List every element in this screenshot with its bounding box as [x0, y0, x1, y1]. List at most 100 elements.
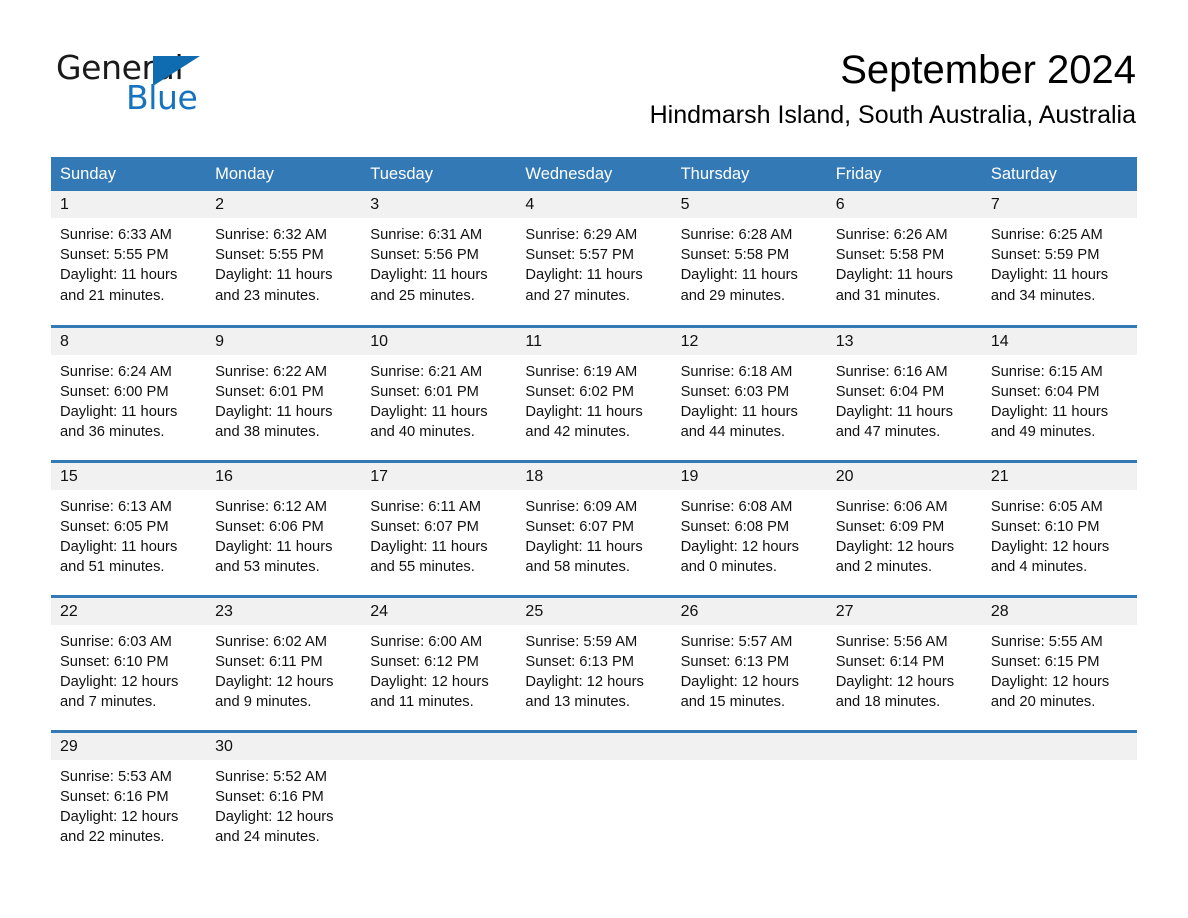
page-header: General Blue September 2024 Hindmarsh Is…	[0, 0, 1188, 129]
day-number	[826, 732, 982, 760]
page-title: September 2024	[840, 48, 1136, 92]
daylight-text: Daylight: 12 hours and 11 minutes.	[370, 673, 489, 711]
day-details: Sunrise: 6:19 AM Sunset: 6:02 PM Daylight:…	[516, 355, 671, 443]
sunrise-text: Sunrise: 6:00 AM	[370, 633, 483, 650]
sunset-text: Sunset: 6:07 PM	[370, 518, 479, 535]
calendar-day-cell[interactable]: 3 Sunrise: 6:31 AM Sunset: 5:56 PM Daylight…	[361, 191, 517, 326]
sunrise-text: Sunrise: 5:56 AM	[835, 633, 948, 650]
calendar-day-cell[interactable]: 17 Sunrise: 6:11 AM Sunset: 6:07 PM Dayligh…	[361, 459, 517, 596]
calendar-week-row: 29 Sunrise: 5:53 AM Sunset: 6:16 PM Dayligh…	[51, 729, 1137, 866]
daylight-text: Daylight: 12 hours and 15 minutes.	[680, 673, 799, 711]
calendar-day-cell[interactable]: 6 Sunrise: 6:26 AM Sunset: 5:58 PM Daylight…	[826, 191, 982, 326]
day-number: 12	[671, 327, 827, 355]
sunset-text: Sunset: 6:13 PM	[525, 653, 635, 670]
calendar-day-cell[interactable]: 19 Sunrise: 6:08 AM Sunset: 6:08 PM Dayligh…	[671, 459, 827, 596]
calendar-day-cell[interactable]: 28 Sunrise: 5:55 AM Sunset: 6:15 PM Dayligh…	[981, 594, 1137, 731]
day-number: 25	[516, 597, 672, 625]
calendar-day-cell[interactable]: 30 Sunrise: 5:52 AM Sunset: 6:16 PM Dayligh…	[206, 729, 362, 866]
sunset-text: Sunset: 6:05 PM	[60, 518, 169, 535]
calendar-day-cell[interactable]: 18 Sunrise: 6:09 AM Sunset: 6:07 PM Dayligh…	[516, 459, 672, 596]
sunrise-text: Sunrise: 5:52 AM	[215, 768, 327, 785]
day-number: 19	[671, 462, 827, 490]
calendar-day-cell[interactable]: 20 Sunrise: 6:06 AM Sunset: 6:09 PM Dayligh…	[826, 459, 982, 596]
calendar-day-cell[interactable]: 11 Sunrise: 6:19 AM Sunset: 6:02 PM Dayligh…	[516, 324, 672, 461]
daylight-text: Daylight: 12 hours and 7 minutes.	[60, 673, 179, 711]
daylight-text: Daylight: 12 hours and 20 minutes.	[990, 673, 1110, 711]
sunset-text: Sunset: 6:13 PM	[680, 653, 790, 670]
calendar-day-cell[interactable]: 13 Sunrise: 6:16 AM Sunset: 6:04 PM Dayligh…	[826, 324, 982, 461]
day-number	[671, 732, 827, 760]
calendar-day-cell[interactable]: 10 Sunrise: 6:21 AM Sunset: 6:01 PM Dayligh…	[361, 324, 517, 461]
calendar-day-cell[interactable]: 8 Sunrise: 6:24 AM Sunset: 6:00 PM Daylight…	[51, 324, 207, 461]
calendar-day-cell[interactable]: 4 Sunrise: 6:29 AM Sunset: 5:57 PM Daylight…	[516, 191, 672, 326]
day-number: 4	[516, 191, 672, 218]
sunrise-text: Sunrise: 6:18 AM	[680, 363, 793, 380]
calendar-day-cell[interactable]: 29 Sunrise: 5:53 AM Sunset: 6:16 PM Dayligh…	[51, 729, 207, 866]
calendar-day-cell[interactable]: 1 Sunrise: 6:33 AM Sunset: 5:55 PM Daylight…	[51, 191, 207, 326]
calendar-day-cell[interactable]: 9 Sunrise: 6:22 AM Sunset: 6:01 PM Daylight…	[206, 324, 362, 461]
calendar-day-cell[interactable]: 5 Sunrise: 6:28 AM Sunset: 5:58 PM Daylight…	[671, 191, 827, 326]
day-number: 6	[826, 191, 982, 218]
day-details: Sunrise: 6:03 AM Sunset: 6:10 PM Daylight:…	[51, 625, 206, 713]
daylight-text: Daylight: 12 hours and 4 minutes.	[990, 538, 1110, 576]
calendar-day-cell[interactable]: 21 Sunrise: 6:05 AM Sunset: 6:10 PM Dayligh…	[981, 459, 1137, 596]
sunrise-text: Sunrise: 5:53 AM	[60, 768, 172, 785]
calendar-day-cell[interactable]: 7 Sunrise: 6:25 AM Sunset: 5:59 PM Daylight…	[981, 191, 1137, 326]
calendar-day-cell[interactable]: 27 Sunrise: 5:56 AM Sunset: 6:14 PM Dayligh…	[826, 594, 982, 731]
daylight-text: Daylight: 12 hours and 22 minutes.	[60, 808, 179, 846]
calendar-page: General Blue September 2024 Hindmarsh Is…	[0, 0, 1188, 918]
sunrise-text: Sunrise: 6:28 AM	[680, 227, 793, 243]
sunrise-text: Sunrise: 6:22 AM	[215, 363, 327, 380]
sunset-text: Sunset: 6:03 PM	[680, 383, 790, 400]
calendar-day-cell-empty	[981, 729, 1137, 866]
daylight-text: Daylight: 11 hours and 42 minutes.	[525, 403, 643, 441]
calendar-body: 1 Sunrise: 6:33 AM Sunset: 5:55 PM Daylight…	[51, 191, 1137, 866]
day-number: 23	[206, 597, 362, 625]
weekday-header-monday: Monday	[206, 157, 362, 191]
day-details: Sunrise: 6:26 AM Sunset: 5:58 PM Daylight:…	[827, 218, 982, 306]
sunset-text: Sunset: 5:55 PM	[215, 247, 324, 264]
general-blue-logo[interactable]: General Blue	[56, 50, 256, 120]
sunrise-text: Sunrise: 6:11 AM	[370, 498, 482, 515]
calendar-week-row: 15 Sunrise: 6:13 AM Sunset: 6:05 PM Dayligh…	[51, 459, 1137, 596]
day-number: 20	[826, 462, 982, 490]
day-details: Sunrise: 6:25 AM Sunset: 5:59 PM Daylight:…	[982, 218, 1137, 306]
calendar-day-cell-empty	[516, 729, 672, 866]
calendar-day-cell[interactable]: 24 Sunrise: 6:00 AM Sunset: 6:12 PM Dayligh…	[361, 594, 517, 731]
daylight-text: Daylight: 11 hours and 53 minutes.	[215, 538, 333, 576]
sunset-text: Sunset: 5:56 PM	[370, 247, 479, 264]
calendar-day-cell[interactable]: 25 Sunrise: 5:59 AM Sunset: 6:13 PM Dayligh…	[516, 594, 672, 731]
day-details: Sunrise: 6:33 AM Sunset: 5:55 PM Daylight:…	[51, 218, 206, 306]
calendar-day-cell[interactable]: 14 Sunrise: 6:15 AM Sunset: 6:04 PM Dayligh…	[981, 324, 1137, 461]
sunset-text: Sunset: 5:59 PM	[990, 247, 1100, 264]
daylight-text: Daylight: 12 hours and 24 minutes.	[215, 808, 334, 846]
daylight-text: Daylight: 11 hours and 21 minutes.	[60, 267, 178, 304]
calendar-day-cell[interactable]: 2 Sunrise: 6:32 AM Sunset: 5:55 PM Daylight…	[206, 191, 362, 326]
day-details: Sunrise: 5:53 AM Sunset: 6:16 PM Daylight:…	[51, 760, 206, 848]
sunset-text: Sunset: 6:10 PM	[60, 653, 169, 670]
calendar-day-cell[interactable]: 12 Sunrise: 6:18 AM Sunset: 6:03 PM Dayligh…	[671, 324, 827, 461]
sunset-text: Sunset: 6:04 PM	[835, 383, 945, 400]
calendar-day-cell[interactable]: 15 Sunrise: 6:13 AM Sunset: 6:05 PM Dayligh…	[51, 459, 207, 596]
sunrise-text: Sunrise: 6:06 AM	[835, 498, 948, 515]
sunrise-text: Sunrise: 6:09 AM	[525, 498, 638, 515]
day-number: 5	[671, 191, 827, 218]
calendar-day-cell[interactable]: 26 Sunrise: 5:57 AM Sunset: 6:13 PM Dayligh…	[671, 594, 827, 731]
daylight-text: Daylight: 11 hours and 49 minutes.	[990, 403, 1109, 441]
calendar-day-cell[interactable]: 23 Sunrise: 6:02 AM Sunset: 6:11 PM Dayligh…	[206, 594, 362, 731]
sunrise-text: Sunrise: 5:55 AM	[990, 633, 1103, 650]
sunrise-text: Sunrise: 6:13 AM	[60, 498, 172, 515]
day-number: 15	[51, 462, 207, 490]
weekday-header-saturday: Saturday	[981, 157, 1137, 191]
day-details: Sunrise: 6:09 AM Sunset: 6:07 PM Daylight:…	[516, 490, 671, 578]
sunrise-text: Sunrise: 6:15 AM	[990, 363, 1103, 380]
day-number: 11	[516, 327, 672, 355]
calendar-week-row: 22 Sunrise: 6:03 AM Sunset: 6:10 PM Dayligh…	[51, 594, 1137, 731]
calendar-day-cell[interactable]: 22 Sunrise: 6:03 AM Sunset: 6:10 PM Dayligh…	[51, 594, 207, 731]
calendar-day-cell[interactable]: 16 Sunrise: 6:12 AM Sunset: 6:06 PM Dayligh…	[206, 459, 362, 596]
daylight-text: Daylight: 11 hours and 29 minutes.	[680, 267, 798, 304]
sunrise-text: Sunrise: 6:32 AM	[215, 227, 327, 243]
sunrise-text: Sunrise: 6:21 AM	[370, 363, 483, 380]
sunset-text: Sunset: 6:04 PM	[990, 383, 1100, 400]
day-details: Sunrise: 5:57 AM Sunset: 6:13 PM Daylight:…	[672, 625, 827, 713]
